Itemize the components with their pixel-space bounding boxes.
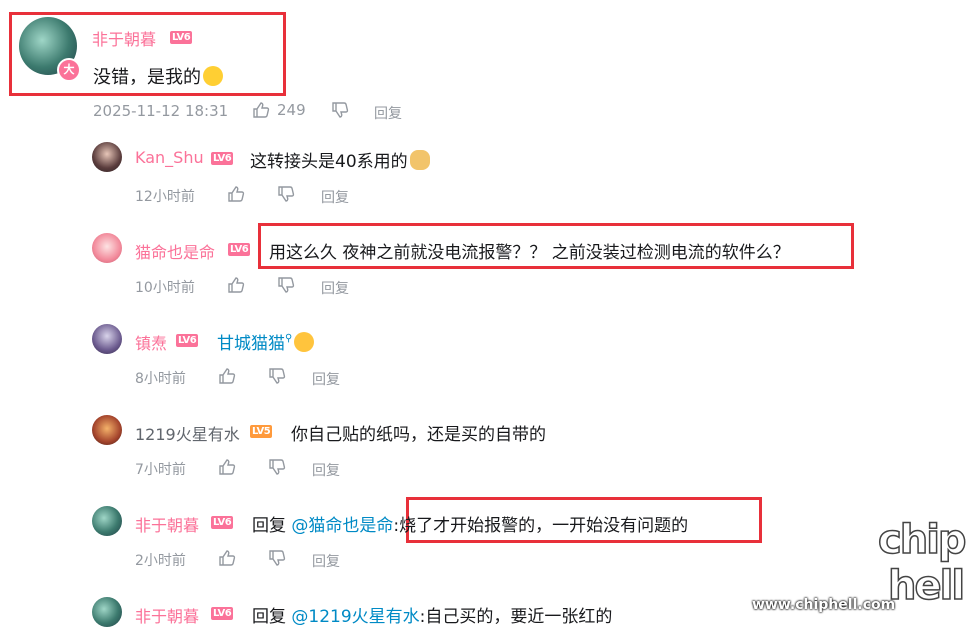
search-icon: ⚲ (285, 333, 293, 344)
watermark-logo-bottom: hell (887, 563, 966, 609)
reply-text: 你自己贴的纸吗，还是买的自带的 (291, 425, 546, 445)
comment-time: 2025-11-12 18:31 (93, 102, 229, 120)
dislike-icon[interactable] (277, 276, 295, 294)
level-badge: LV6 (228, 243, 251, 256)
like-icon[interactable] (252, 101, 270, 119)
author-name[interactable]: 非于朝暮 (92, 26, 156, 50)
level-badge: LV6 (211, 152, 234, 165)
level-badge: LV6 (211, 607, 234, 620)
reply-username[interactable]: 猫命也是命 (135, 239, 215, 263)
reply-text: 这转接头是40系用的 (250, 147, 430, 172)
reply-time: 10小时前 (135, 280, 195, 296)
level-badge: LV5 (250, 425, 273, 438)
mention-link[interactable]: @猫命也是命 (291, 516, 393, 536)
dislike-icon[interactable] (331, 101, 349, 119)
reply-button[interactable]: 回复 (321, 278, 349, 298)
dislike-icon[interactable] (268, 367, 286, 385)
like-icon[interactable] (227, 185, 245, 203)
reply-text: 回复 @1219火星有水:自己买的，要近一张红的 (252, 607, 613, 627)
like-count: 249 (277, 101, 306, 119)
level-badge: LV6 (176, 334, 199, 347)
avatar[interactable] (92, 142, 122, 172)
reply-username[interactable]: 镇焘 (135, 330, 167, 354)
reply-button[interactable]: 回复 (321, 187, 349, 207)
reply-button[interactable]: 回复 (312, 551, 340, 571)
avatar[interactable] (92, 415, 122, 445)
reply-time: 2小时前 (135, 553, 186, 569)
watermark-site: www.chiphell.com (752, 597, 896, 613)
reply-time: 7小时前 (135, 462, 186, 478)
avatar[interactable] (92, 324, 122, 354)
dislike-icon[interactable] (268, 549, 286, 567)
like-icon[interactable] (218, 367, 236, 385)
reply-text: 甘城猫猫⚲ (217, 329, 315, 354)
author-badge: 大 (57, 58, 81, 82)
reply-button[interactable]: 回复 (374, 103, 402, 123)
level-badge: LV6 (170, 31, 193, 44)
reply-username[interactable]: 非于朝暮 (135, 512, 199, 536)
grin-emoji-icon (294, 332, 315, 352)
mention-link[interactable]: @1219火星有水 (291, 607, 419, 627)
reply-username[interactable]: 1219火星有水 (135, 421, 240, 445)
dislike-icon[interactable] (268, 458, 286, 476)
reply-time: 12小时前 (135, 189, 195, 205)
reply-username[interactable]: 非于朝暮 (135, 603, 199, 627)
avatar[interactable] (92, 506, 122, 536)
reply-time: 8小时前 (135, 371, 186, 387)
avatar[interactable] (92, 233, 122, 263)
reply-text: 回复 @猫命也是命:烧了才开始报警的，一开始没有问题的 (252, 516, 689, 536)
level-badge: LV6 (211, 516, 234, 529)
laugh-cry-emoji-icon (203, 66, 223, 86)
dislike-icon[interactable] (277, 185, 295, 203)
reply-text: 用这么久 夜神之前就没电流报警？？ 之前没装过检测电流的软件么？ (269, 243, 790, 263)
like-icon[interactable] (227, 276, 245, 294)
reply-button[interactable]: 回复 (312, 369, 340, 389)
topic-link[interactable]: 甘城猫猫 (217, 334, 285, 354)
reply-username[interactable]: Kan_Shu (135, 148, 204, 167)
comment-text: 没错，是我的 (93, 63, 223, 89)
watermark-logo-top: chip (877, 517, 967, 563)
avatar[interactable] (92, 597, 122, 627)
like-icon[interactable] (218, 549, 236, 567)
doge-emoji-icon (409, 150, 430, 170)
like-icon[interactable] (218, 458, 236, 476)
reply-button[interactable]: 回复 (312, 460, 340, 480)
